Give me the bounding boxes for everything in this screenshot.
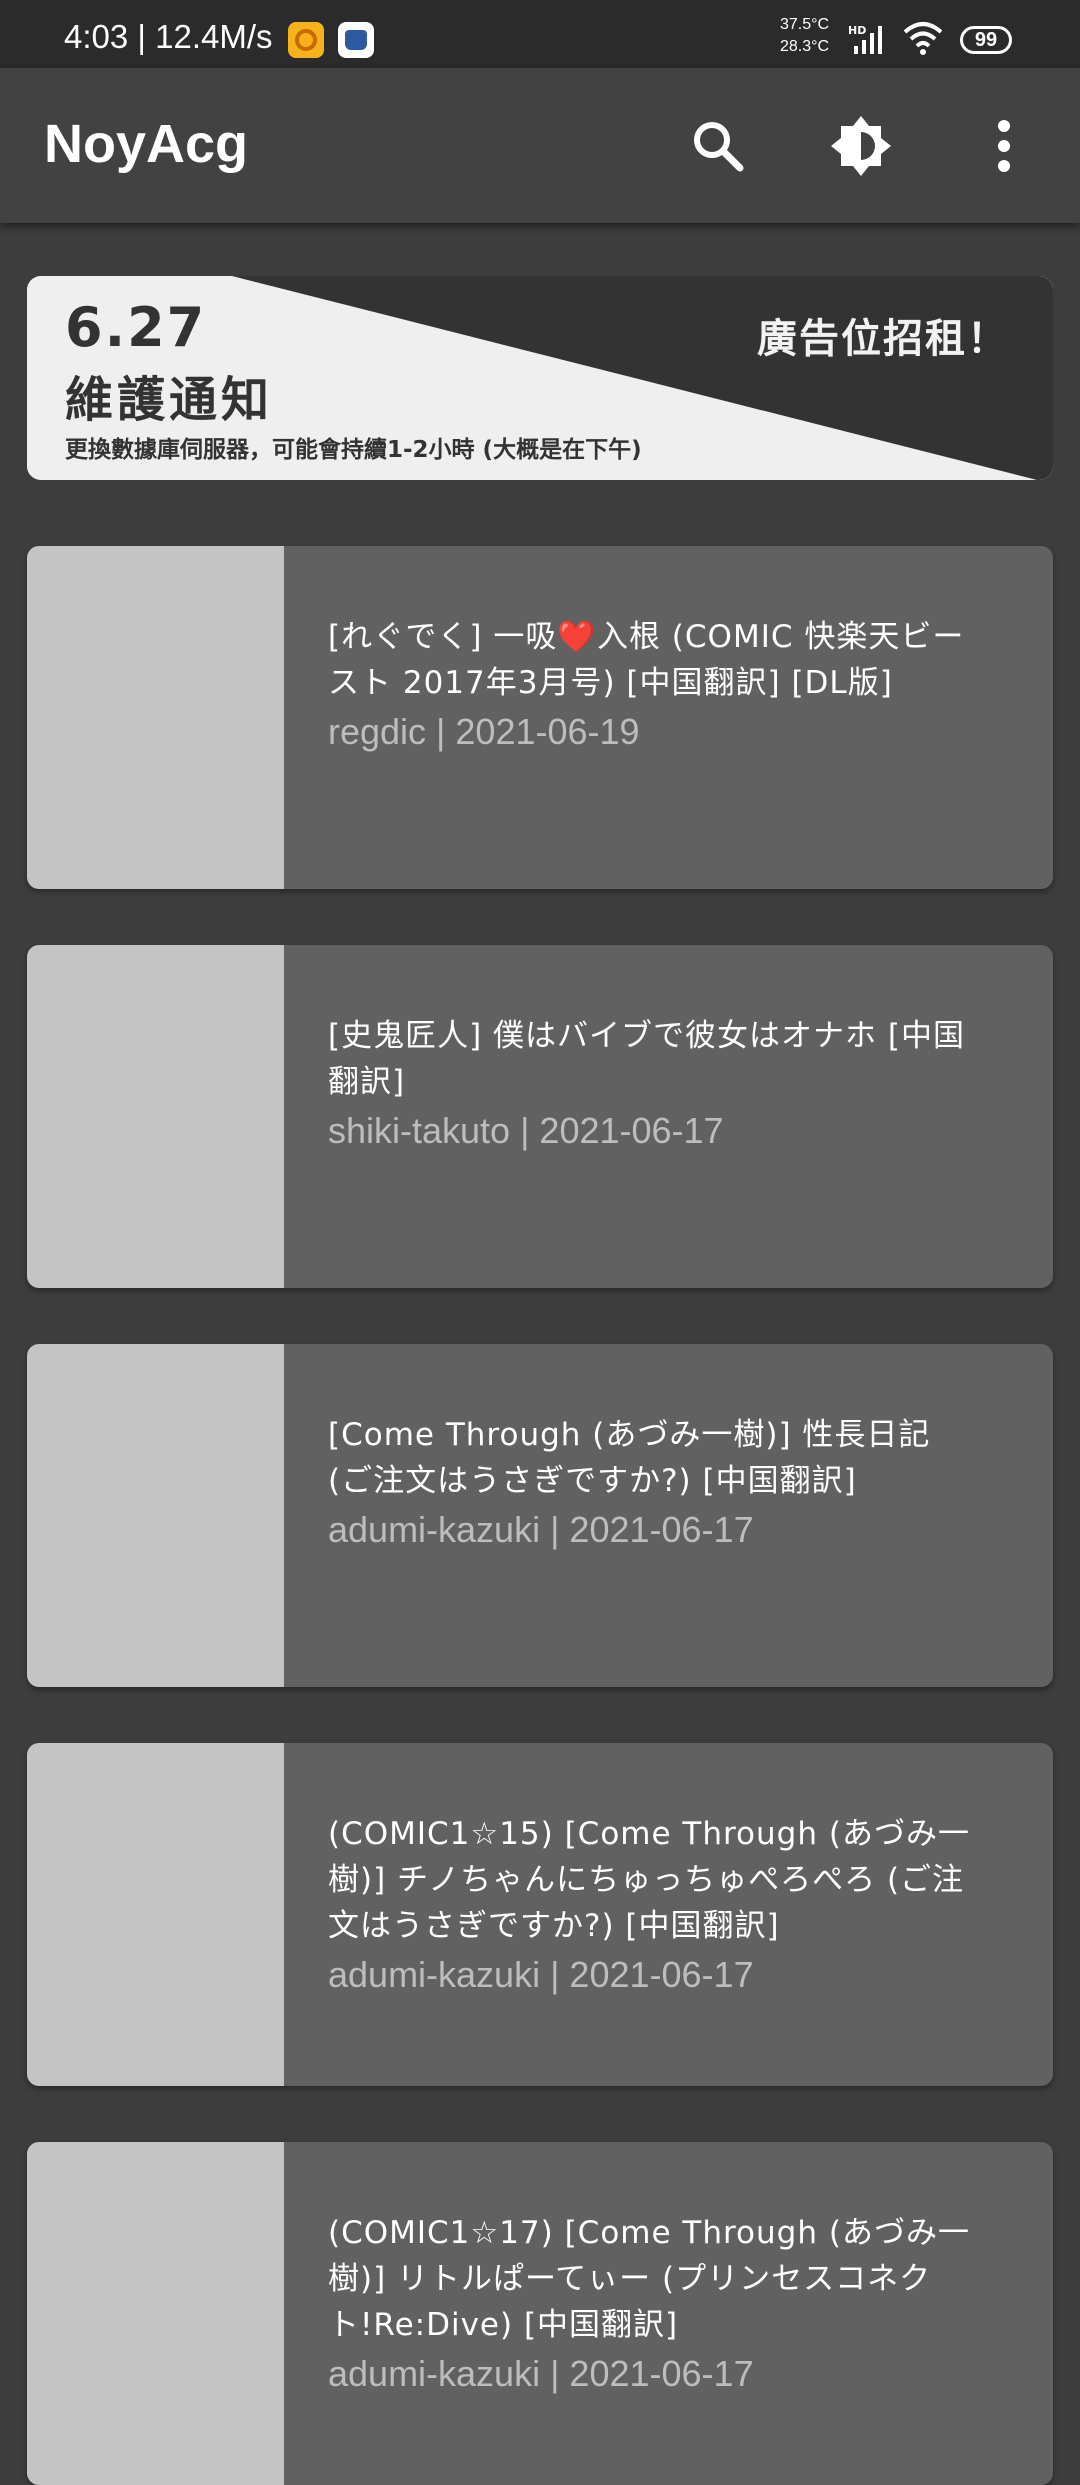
signal-icon [854, 26, 882, 54]
maintenance-banner[interactable]: 6.27 維護通知 更換數據庫伺服器，可能會持續1-2小時 (大概是在下午) 廣… [27, 276, 1053, 480]
status-bar: 4:03 | 12.4M/s 37.5°C 28.3°C HD 99 [0, 0, 1080, 68]
item-title: [れぐでく] 一吸❤️入根 (COMIC 快楽天ビースト 2017年3月号) [… [328, 614, 978, 756]
brightness-icon[interactable] [829, 114, 893, 178]
item-meta: adumi-kazuki | 2021-06-17 [328, 2353, 754, 2394]
list-item[interactable]: (COMIC1☆17) [Come Through (あづみ一樹)] リトルぱー… [27, 2142, 1053, 2485]
thumbnail-placeholder [27, 1344, 284, 1687]
banner-subtitle: 更換數據庫伺服器，可能會持續1-2小時 (大概是在下午) [65, 437, 642, 463]
search-icon[interactable] [686, 114, 750, 178]
thumbnail-placeholder [27, 2142, 284, 2485]
item-meta: regdic | 2021-06-19 [328, 711, 640, 752]
item-title: [Come Through (あづみ一樹)] 性長日記 (ご注文はうさぎですか?… [328, 1412, 978, 1554]
thumbnail-placeholder [27, 1743, 284, 2086]
banner-date: 6.27 [65, 296, 207, 359]
list-item[interactable]: [史鬼匠人] 僕はバイブで彼女はオナホ [中国翻訳] shiki-takuto … [27, 945, 1053, 1288]
banner-ad-text: 廣告位招租！ [757, 316, 1009, 362]
list-item[interactable]: [Come Through (あづみ一樹)] 性長日記 (ご注文はうさぎですか?… [27, 1344, 1053, 1687]
item-meta: adumi-kazuki | 2021-06-17 [328, 1509, 754, 1550]
item-meta: adumi-kazuki | 2021-06-17 [328, 1954, 754, 1995]
item-title: (COMIC1☆15) [Come Through (あづみ一樹)] チノちゃん… [328, 1811, 978, 1999]
temperature-readout: 37.5°C 28.3°C [780, 14, 829, 58]
temp-top: 37.5°C [780, 16, 830, 33]
app-bar: NoyAcg [0, 68, 1080, 223]
notification-app-icon-2 [338, 22, 374, 58]
wifi-icon [903, 22, 943, 55]
thumbnail-placeholder [27, 945, 284, 1288]
battery-indicator: 99 [960, 26, 1012, 54]
item-title: (COMIC1☆17) [Come Through (あづみ一樹)] リトルぱー… [328, 2210, 978, 2398]
temp-bottom: 28.3°C [780, 38, 830, 55]
item-title: [史鬼匠人] 僕はバイブで彼女はオナホ [中国翻訳] shiki-takuto … [328, 1013, 978, 1155]
list-item[interactable]: [れぐでく] 一吸❤️入根 (COMIC 快楽天ビースト 2017年3月号) [… [27, 546, 1053, 889]
status-time-speed: 4:03 | 12.4M/s [64, 18, 273, 55]
banner-title: 維護通知 [65, 372, 274, 428]
item-meta: shiki-takuto | 2021-06-17 [328, 1110, 724, 1151]
app-title: NoyAcg [44, 114, 249, 174]
notification-app-icon [288, 22, 324, 58]
thumbnail-placeholder [27, 546, 284, 889]
list-item[interactable]: (COMIC1☆15) [Come Through (あづみ一樹)] チノちゃん… [27, 1743, 1053, 2086]
more-vert-icon[interactable] [972, 114, 1036, 178]
